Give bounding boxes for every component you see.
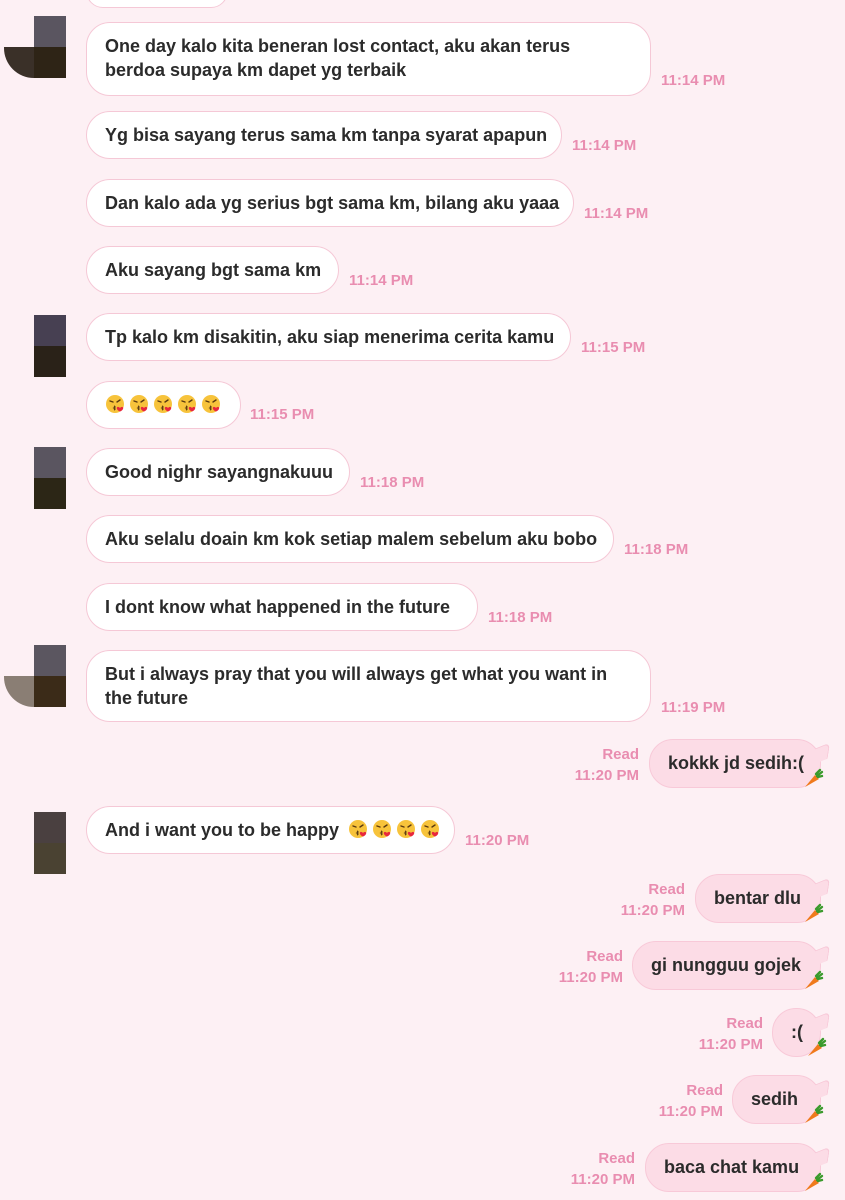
- read-receipt: Read 11:20 PM: [559, 946, 623, 988]
- message-timestamp: 11:15 PM: [581, 339, 646, 356]
- message-text: Dan kalo ada yg serius bgt sama km, bila…: [105, 193, 560, 213]
- contact-avatar[interactable]: [4, 812, 66, 874]
- kissing-face-icon: [397, 820, 416, 838]
- received-message-bubble[interactable]: Aku selalu doain km kok setiap malem seb…: [86, 515, 614, 563]
- received-message-bubble[interactable]: Dan kalo ada yg serius bgt sama km, bila…: [86, 179, 574, 227]
- message-text: Aku selalu doain km kok setiap malem seb…: [105, 529, 598, 549]
- received-message-bubble[interactable]: [86, 381, 241, 429]
- message-text: baca chat kamu: [664, 1157, 800, 1177]
- message-timestamp: 11:14 PM: [661, 72, 726, 89]
- message-text: bentar dlu: [714, 888, 802, 908]
- read-receipt: Read 11:20 PM: [621, 879, 685, 921]
- message-timestamp: 11:18 PM: [624, 541, 689, 558]
- message-timestamp: 11:20 PM: [558, 969, 623, 986]
- carrot-icon: [805, 1172, 824, 1191]
- message-text: One day kalo kita beneran lost contact, …: [105, 36, 571, 80]
- message-text: gi nungguu gojek: [651, 955, 801, 975]
- contact-avatar[interactable]: [4, 645, 66, 707]
- message-timestamp: 11:14 PM: [584, 205, 649, 222]
- kissing-face-icon: [178, 395, 196, 413]
- contact-avatar[interactable]: [4, 16, 66, 78]
- carrot-icon: [805, 970, 824, 989]
- message-timestamp: 11:20 PM: [570, 1171, 635, 1188]
- received-message-bubble[interactable]: Yg bisa sayang terus sama km tanpa syara…: [86, 111, 562, 159]
- received-message-bubble[interactable]: I dont know what happened in the future: [86, 583, 478, 631]
- kissing-face-icon: [202, 395, 220, 413]
- message-text: I dont know what happened in the future: [105, 597, 450, 617]
- message-timestamp: 11:15 PM: [250, 406, 315, 423]
- read-receipt: Read 11:20 PM: [699, 1013, 763, 1055]
- kissing-face-icon: [421, 820, 440, 838]
- message-text: Good nighr sayangnakuuu: [105, 462, 334, 482]
- kissing-face-icon: [349, 820, 368, 838]
- message-timestamp: 11:20 PM: [574, 767, 639, 784]
- contact-avatar[interactable]: [4, 447, 66, 509]
- received-message-bubble[interactable]: One day kalo kita beneran lost contact, …: [86, 22, 651, 96]
- message-timestamp: 11:20 PM: [620, 902, 685, 919]
- message-timestamp: 11:14 PM: [349, 272, 414, 289]
- read-label: Read: [586, 948, 623, 965]
- partial-message-bubble[interactable]: [86, 0, 228, 8]
- emoji-row: [105, 395, 225, 415]
- message-timestamp: 11:18 PM: [360, 474, 425, 491]
- sent-message-bubble[interactable]: baca chat kamu: [645, 1143, 821, 1192]
- received-message-bubble[interactable]: But i always pray that you will always g…: [86, 650, 651, 722]
- message-timestamp: 11:18 PM: [488, 609, 553, 626]
- read-receipt: Read 11:20 PM: [575, 744, 639, 786]
- emoji-row: [348, 820, 444, 840]
- sent-message-bubble[interactable]: kokkk jd sedih:(: [649, 739, 821, 788]
- read-label: Read: [686, 1082, 723, 1099]
- received-message-bubble[interactable]: Aku sayang bgt sama km: [86, 246, 339, 294]
- message-text: But i always pray that you will always g…: [105, 664, 608, 708]
- contact-avatar[interactable]: [4, 315, 66, 377]
- read-receipt: Read 11:20 PM: [571, 1148, 635, 1190]
- carrot-icon: [805, 1104, 824, 1123]
- kissing-face-icon: [154, 395, 172, 413]
- received-message-bubble[interactable]: Good nighr sayangnakuuu: [86, 448, 350, 496]
- message-text: Yg bisa sayang terus sama km tanpa syara…: [105, 125, 548, 145]
- sent-message-bubble[interactable]: gi nungguu gojek: [632, 941, 821, 990]
- read-label: Read: [602, 746, 639, 763]
- carrot-icon: [805, 768, 824, 787]
- read-receipt: Read 11:20 PM: [659, 1080, 723, 1122]
- carrot-icon: [805, 903, 824, 922]
- kissing-face-icon: [130, 395, 148, 413]
- kissing-face-icon: [106, 395, 124, 413]
- message-text: Aku sayang bgt sama km: [105, 260, 322, 280]
- carrot-icon: [808, 1037, 827, 1056]
- message-timestamp: 11:20 PM: [465, 832, 530, 849]
- message-timestamp: 11:20 PM: [658, 1103, 723, 1120]
- message-timestamp: 11:19 PM: [661, 699, 726, 716]
- received-message-bubble[interactable]: And i want you to be happy: [86, 806, 455, 854]
- message-text: And i want you to be happy: [105, 820, 339, 840]
- message-text: kokkk jd sedih:(: [668, 753, 805, 773]
- message-timestamp: 11:14 PM: [572, 137, 637, 154]
- received-message-bubble[interactable]: Tp kalo km disakitin, aku siap menerima …: [86, 313, 571, 361]
- read-label: Read: [648, 881, 685, 898]
- message-text: sedih: [751, 1089, 799, 1109]
- kissing-face-icon: [373, 820, 392, 838]
- message-text: :(: [791, 1022, 803, 1042]
- message-text: Tp kalo km disakitin, aku siap menerima …: [105, 327, 555, 347]
- message-timestamp: 11:20 PM: [698, 1036, 763, 1053]
- read-label: Read: [598, 1150, 635, 1167]
- read-label: Read: [726, 1015, 763, 1032]
